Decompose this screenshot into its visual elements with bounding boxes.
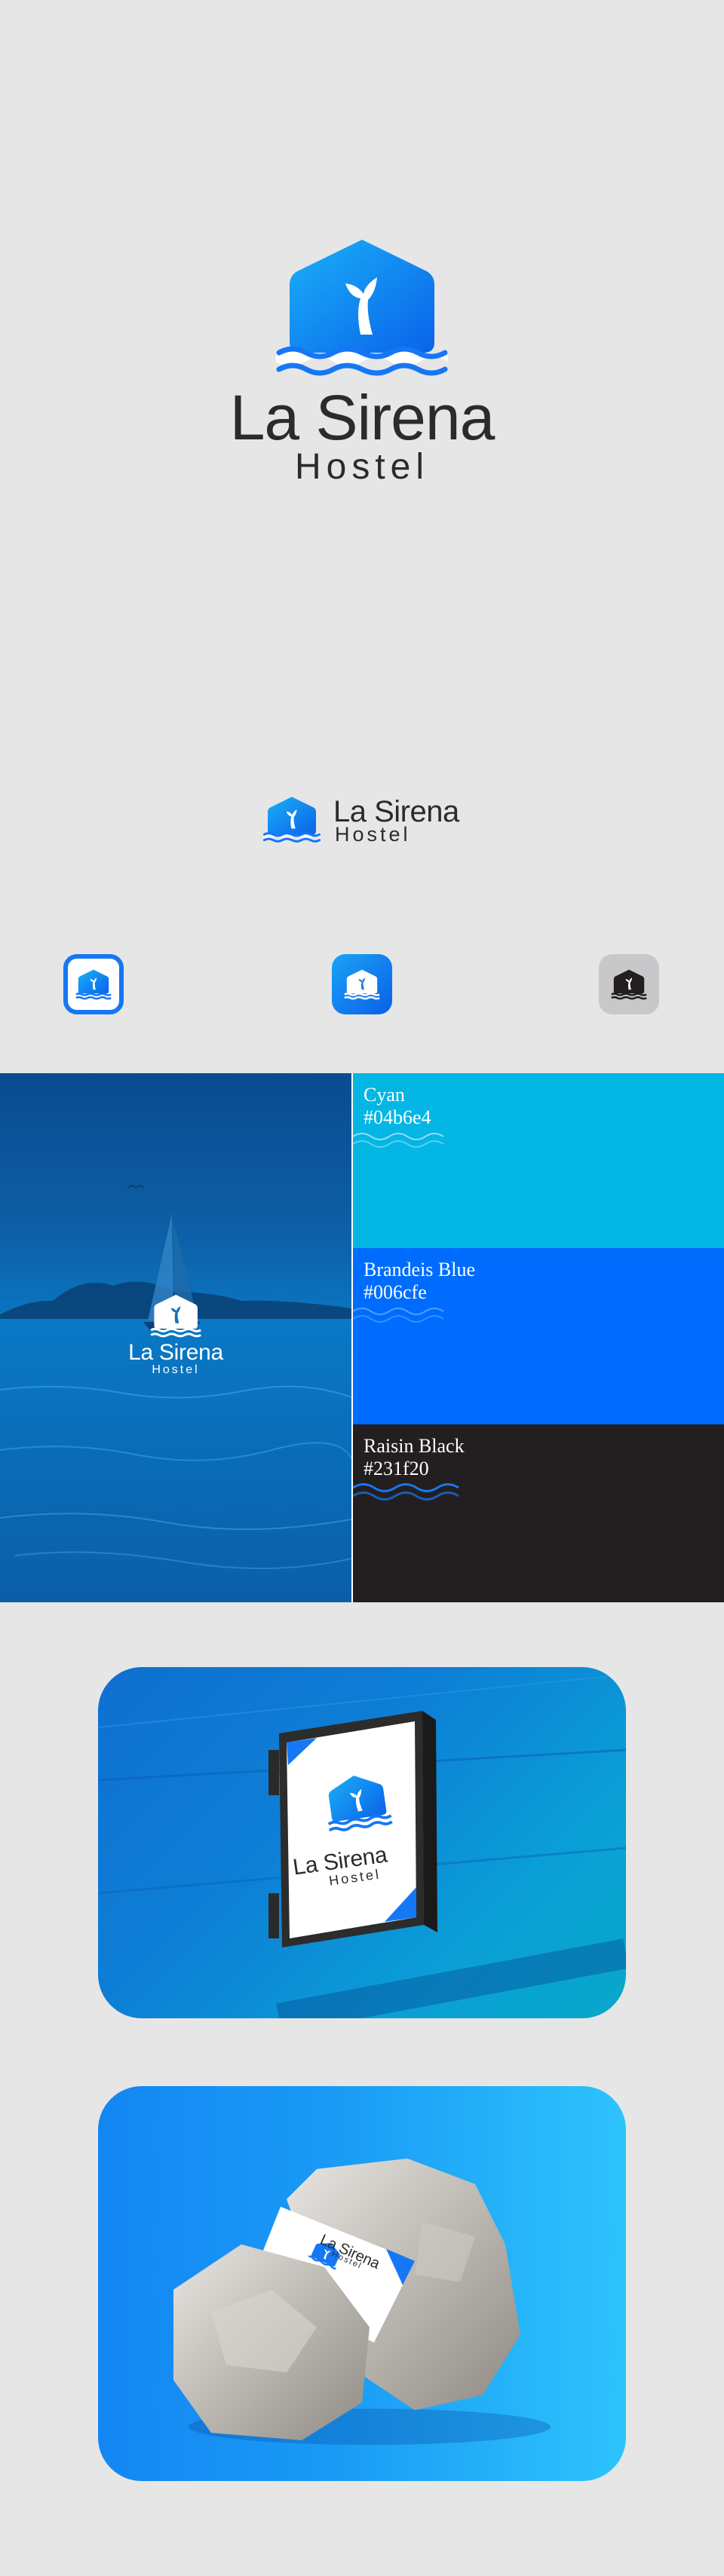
color-swatch-raisin-black: Raisin Black #231f20 <box>353 1424 724 1602</box>
storefront-sign: La Sirena Hostel <box>98 1667 626 2018</box>
horizontal-logo-mark <box>262 793 321 847</box>
app-icon-outline <box>63 954 124 1014</box>
wave-icon <box>353 1133 444 1148</box>
swatch-name: Raisin Black <box>364 1435 465 1457</box>
house-tail-waves-icon <box>611 969 647 1000</box>
house-tail-waves-icon <box>75 969 112 1000</box>
horizontal-brand-name: La Sirena <box>333 795 459 828</box>
hero-brand-name: La Sirena <box>229 382 495 453</box>
ocean-brand-name: La Sirena <box>128 1340 223 1365</box>
sign-scene <box>98 1674 626 2018</box>
swatch-name: Cyan <box>364 1084 405 1106</box>
hero-logo-mark <box>276 240 448 378</box>
swatch-name: Brandeis Blue <box>364 1259 476 1280</box>
house-tail-waves-icon <box>262 797 321 843</box>
color-swatch-cyan: Cyan #04b6e4 <box>353 1073 724 1248</box>
business-card-on-stone: La Sirena Hostel <box>98 2086 626 2481</box>
house-tail-waves-icon <box>276 240 448 376</box>
ocean-scene <box>0 1185 351 1602</box>
app-icon-filled <box>332 954 392 1014</box>
ocean-photo: La Sirena Hostel <box>0 1073 351 1602</box>
house-tail-waves-icon <box>344 969 380 1000</box>
wave-icon <box>353 1308 444 1323</box>
wave-icon <box>353 1483 459 1501</box>
hero-brand-tagline: Hostel <box>294 447 430 487</box>
horizontal-brand-tagline: Hostel <box>335 823 411 846</box>
stone-scene <box>173 2158 551 2445</box>
color-swatch-brandeis-blue: Brandeis Blue #006cfe <box>353 1248 724 1424</box>
ocean-brand-tagline: Hostel <box>152 1363 200 1376</box>
app-icon-monochrome <box>599 954 659 1014</box>
